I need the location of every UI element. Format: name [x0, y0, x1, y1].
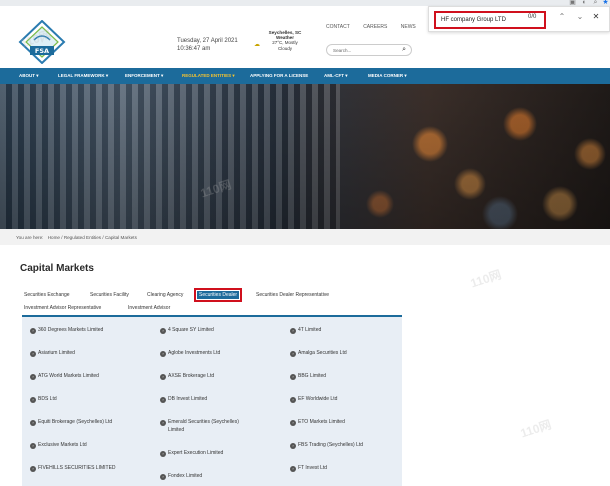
arrow-right-icon: ›	[290, 443, 296, 449]
arrow-right-icon: ›	[290, 420, 296, 426]
time-text: 10:36:47 am	[177, 46, 211, 52]
arrow-right-icon: ›	[160, 397, 166, 403]
list-item[interactable]: › FBS Trading (Seychelles) Ltd	[290, 442, 363, 449]
list-item[interactable]: › Amalga Securities Ltd	[290, 350, 347, 357]
breadcrumb-regulated-entities[interactable]: Regulated Entities	[64, 235, 101, 240]
cloud-sun-icon: ☁	[254, 42, 260, 48]
date-time: Tuesday, 27 April 2021 10:36:47 am	[177, 37, 238, 53]
list-item[interactable]: › BDS Ltd	[30, 396, 57, 403]
careers-link[interactable]: CAREERS	[363, 24, 387, 30]
search-input[interactable]: Search... ⌕	[326, 44, 412, 56]
breadcrumb-home[interactable]: Home	[48, 235, 60, 240]
arrow-right-icon: ›	[30, 328, 36, 334]
list-item[interactable]: › FIVEHILLS SECURITIES LIMITED	[30, 465, 116, 472]
logo-text: FSA	[35, 47, 49, 55]
hero-shade	[0, 84, 610, 229]
fsa-logo[interactable]: FSA	[18, 20, 66, 64]
arrow-right-icon: ›	[290, 351, 296, 357]
top-links: CONTACT CAREERS NEWS	[326, 24, 428, 30]
date-text: Tuesday, 27 April 2021	[177, 38, 238, 44]
nav-applying-for-license[interactable]: APPLYING FOR A LICENSE	[250, 73, 308, 78]
arrow-right-icon: ›	[290, 397, 296, 403]
arrow-right-icon: ›	[160, 328, 166, 334]
breadcrumb-prefix: You are here:	[16, 235, 44, 240]
list-item[interactable]: › Equiti Brokerage (Seychelles) Ltd	[30, 419, 112, 426]
arrow-right-icon: ›	[160, 451, 166, 457]
find-query: HF company Group LTD	[441, 17, 506, 23]
watermark: 110网	[518, 417, 553, 441]
watermark: 110网	[468, 267, 503, 291]
nav-legal-framework[interactable]: LEGAL FRAMEWORK ▾	[58, 73, 108, 79]
arrow-right-icon: ›	[160, 420, 166, 426]
close-icon[interactable]: ✕	[591, 12, 601, 21]
arrow-right-icon: ›	[290, 374, 296, 380]
search-icon[interactable]: ⌕	[402, 46, 406, 54]
weather-widget: Seychelles, SC Weather 27°C, Mostly Clou…	[255, 30, 315, 51]
arrow-right-icon: ›	[30, 443, 36, 449]
list-item[interactable]: › FT Invest Ltd	[290, 465, 327, 472]
arrow-right-icon: ›	[30, 374, 36, 380]
find-in-page-bar: HF company Group LTD 0/0 ⌃ ⌄ ✕	[428, 6, 610, 32]
news-link[interactable]: NEWS	[401, 24, 416, 30]
tab-investment-advisor[interactable]: Investment Advisor	[126, 304, 172, 312]
nav-media-corner[interactable]: MEDIA CORNER ▾	[368, 73, 407, 79]
tab-securities-exchange[interactable]: Securities Exchange	[22, 291, 72, 299]
weather-condition: Cloudy	[277, 45, 292, 51]
nav-about[interactable]: ABOUT ▾	[19, 73, 39, 79]
arrow-right-icon: ›	[30, 466, 36, 472]
list-item[interactable]: › 360 Degrees Markets Limited	[30, 327, 103, 334]
list-item[interactable]: › Aglobe Investments Ltd	[160, 350, 220, 357]
list-item[interactable]: › DB Invest Limited	[160, 396, 207, 403]
list-item[interactable]: › 4T Limited	[290, 327, 321, 334]
arrow-right-icon: ›	[290, 328, 296, 334]
search-placeholder: Search...	[333, 48, 352, 53]
list-item[interactable]: › ATG World Markets Limited	[30, 373, 99, 380]
list-item[interactable]: › AXSE Brokerage Ltd	[160, 373, 214, 380]
arrow-right-icon: ›	[160, 351, 166, 357]
list-item[interactable]: › Asiarium Limited	[30, 350, 75, 357]
arrow-right-icon: ›	[30, 351, 36, 357]
nav-aml-cft[interactable]: AML-CFT ▾	[324, 73, 348, 79]
breadcrumb: You are here: Home / Regulated Entities …	[0, 229, 610, 245]
arrow-right-icon: ›	[160, 374, 166, 380]
hero-banner-image	[0, 84, 610, 229]
contact-link[interactable]: CONTACT	[326, 24, 350, 30]
entity-list-panel: › 360 Degrees Markets Limited › Asiarium L…	[22, 315, 402, 486]
list-item[interactable]: › BBG Limited	[290, 373, 326, 380]
list-item[interactable]: › EF Worldwide Ltd	[290, 396, 337, 403]
find-previous-icon[interactable]: ⌃	[557, 12, 567, 21]
arrow-right-icon: ›	[30, 397, 36, 403]
find-match-count: 0/0	[528, 14, 537, 20]
arrow-right-icon: ›	[160, 474, 166, 480]
main-nav: ABOUT ▾ LEGAL FRAMEWORK ▾ ENFORCEMENT ▾ …	[0, 68, 610, 84]
tab-securities-dealer-representative[interactable]: Securities Dealer Representative	[254, 291, 331, 299]
page-title: Capital Markets	[20, 263, 94, 274]
list-item[interactable]: › Exclusive Markets Ltd	[30, 442, 87, 449]
arrow-right-icon: ›	[30, 420, 36, 426]
list-item[interactable]: › Fondex Limited	[160, 473, 202, 480]
list-item[interactable]: › ETO Markets Limited	[290, 419, 345, 426]
tab-clearing-agency[interactable]: Clearing Agency	[145, 291, 185, 299]
list-item[interactable]: › Expert Execution Limited	[160, 450, 223, 457]
list-item[interactable]: › Emerald Securities (Seychelles)	[160, 419, 239, 426]
tab-investment-advisor-representative[interactable]: Investment Advisor Representative	[22, 304, 103, 312]
find-next-icon[interactable]: ⌄	[575, 12, 585, 21]
list-item-continuation[interactable]: Limited	[168, 427, 184, 434]
nav-enforcement[interactable]: ENFORCEMENT ▾	[125, 73, 163, 79]
arrow-right-icon: ›	[290, 466, 296, 472]
tab-securities-dealer[interactable]: Securities Dealer	[193, 288, 243, 302]
tab-securities-facility[interactable]: Securities Facility	[88, 291, 131, 299]
list-item[interactable]: › 4 Square SY Limited	[160, 327, 214, 334]
nav-regulated-entities[interactable]: REGULATED ENTITIES ▾	[182, 73, 235, 79]
breadcrumb-capital-markets: Capital Markets	[104, 235, 137, 240]
